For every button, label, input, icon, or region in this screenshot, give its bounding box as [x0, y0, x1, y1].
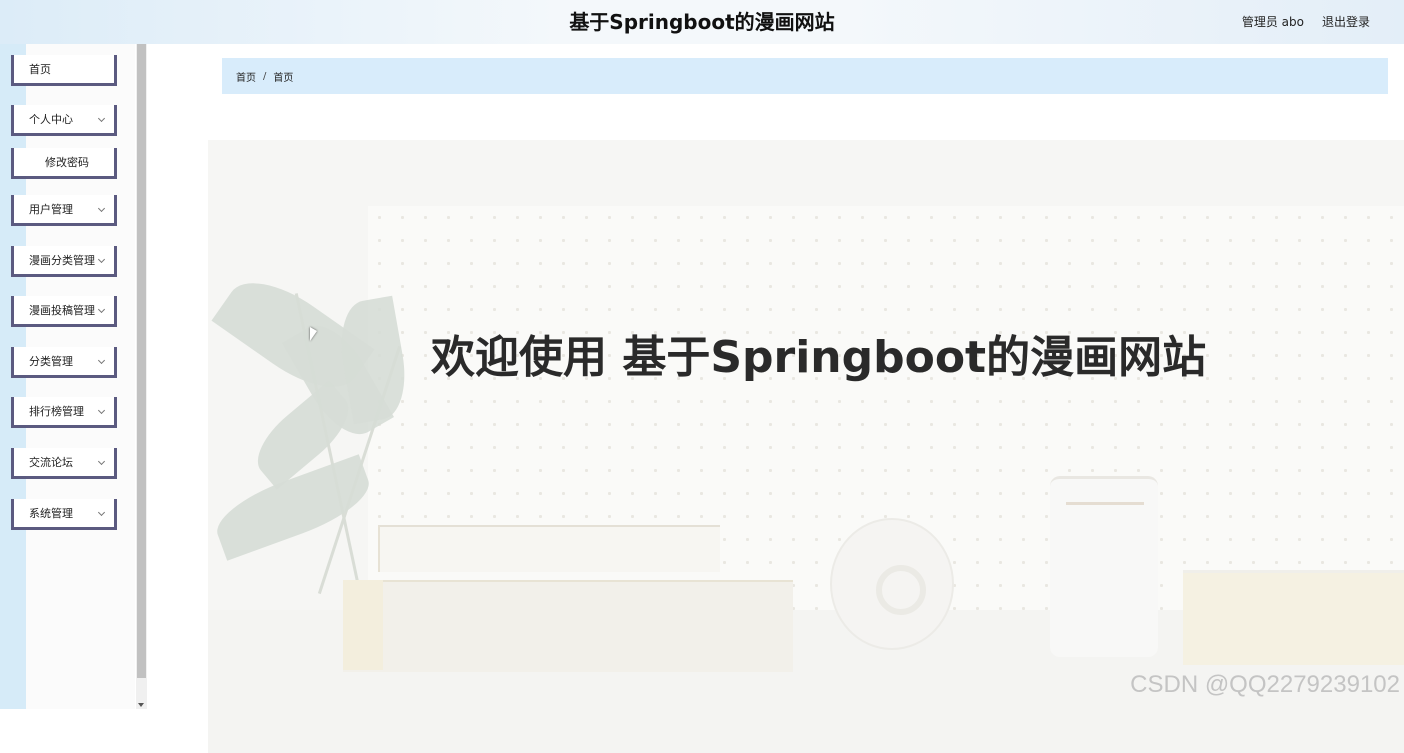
chevron-down-icon	[98, 205, 105, 212]
breadcrumb-home-link[interactable]: 首页	[236, 69, 256, 84]
top-header: 基于Springboot的漫画网站 管理员 abo 退出登录	[0, 0, 1404, 44]
welcome-hero-image: 欢迎使用 基于Springboot的漫画网站	[208, 140, 1404, 753]
sidebar-item-comic-category-management[interactable]: 漫画分类管理	[11, 246, 117, 277]
sidebar-item-label: 排行榜管理	[29, 403, 84, 419]
sidebar-scrollbar[interactable]	[136, 44, 147, 709]
decor-book	[1183, 570, 1404, 665]
csdn-watermark: CSDN @QQ2279239102	[1130, 671, 1400, 699]
chevron-down-icon	[98, 256, 105, 263]
decor-tape-core	[876, 565, 926, 615]
decor-box-lid	[378, 525, 720, 572]
mouse-cursor-icon	[310, 327, 317, 341]
scroll-down-arrow-icon[interactable]	[138, 703, 144, 707]
site-title: 基于Springboot的漫画网站	[0, 0, 1404, 44]
sidebar-item-label: 首页	[29, 61, 51, 77]
sidebar-item-label: 修改密码	[45, 154, 89, 170]
chevron-down-icon	[98, 407, 105, 414]
chevron-down-icon	[98, 115, 105, 122]
decor-cylinder-band	[1066, 502, 1144, 505]
sidebar-item-ranking-management[interactable]: 排行榜管理	[11, 397, 117, 428]
decor-box	[343, 580, 793, 672]
breadcrumb-current: 首页	[273, 69, 293, 84]
sidebar-item-label: 交流论坛	[29, 454, 73, 470]
sidebar-item-label: 个人中心	[29, 111, 73, 127]
sidebar-item-personal-center[interactable]: 个人中心	[11, 105, 117, 136]
sidebar-item-forum[interactable]: 交流论坛	[11, 448, 117, 479]
breadcrumb-separator: /	[263, 71, 266, 82]
sidebar-item-label: 漫画投稿管理	[29, 302, 95, 318]
sidebar-item-home[interactable]: 首页	[11, 55, 117, 86]
sidebar-item-comic-submission-management[interactable]: 漫画投稿管理	[11, 296, 117, 327]
chevron-down-icon	[98, 357, 105, 364]
sidebar-item-label: 分类管理	[29, 353, 73, 369]
sidebar-item-category-management[interactable]: 分类管理	[11, 347, 117, 378]
sidebar-item-label: 系统管理	[29, 505, 73, 521]
logout-link[interactable]: 退出登录	[1322, 0, 1370, 44]
chevron-down-icon	[98, 458, 105, 465]
scrollbar-thumb[interactable]	[137, 44, 146, 678]
sidebar-item-user-management[interactable]: 用户管理	[11, 195, 117, 226]
main-content: 首页 / 首页 欢迎使用 基于Springboot的漫画网站	[147, 44, 1404, 709]
user-controls: 管理员 abo 退出登录	[1242, 0, 1370, 44]
breadcrumb: 首页 / 首页	[222, 58, 1388, 94]
admin-user-label: 管理员 abo	[1242, 0, 1304, 44]
sidebar-item-system-management[interactable]: 系统管理	[11, 499, 117, 530]
sidebar-subitem-change-password[interactable]: 修改密码	[11, 148, 117, 179]
chevron-down-icon	[98, 509, 105, 516]
sidebar-item-label: 用户管理	[29, 201, 73, 217]
chevron-down-icon	[98, 306, 105, 313]
sidebar-item-label: 漫画分类管理	[29, 252, 95, 268]
welcome-heading: 欢迎使用 基于Springboot的漫画网站	[431, 321, 1206, 385]
decor-box-side	[343, 580, 383, 670]
